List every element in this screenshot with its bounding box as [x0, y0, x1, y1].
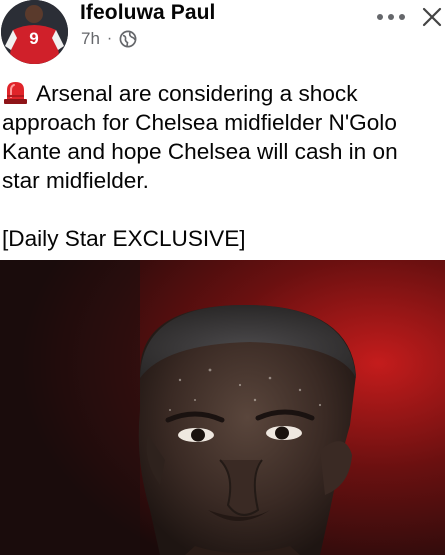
meta-separator: ·: [106, 30, 113, 47]
avatar-shirt-number: 9: [29, 29, 38, 48]
post-text-line1: Arsenal are considering a shock: [36, 81, 358, 106]
post-meta: 7h ·: [81, 29, 137, 49]
post-time[interactable]: 7h: [81, 29, 100, 49]
post-photo[interactable]: [0, 260, 445, 555]
post-text-body: approach for Chelsea midfielder N'Golo K…: [2, 110, 398, 251]
post-header: 9 Ifeoluwa Paul 7h ·: [0, 0, 445, 64]
avatar[interactable]: 9: [1, 0, 68, 64]
globe-icon[interactable]: [119, 30, 137, 48]
close-icon[interactable]: [421, 6, 443, 28]
author-name[interactable]: Ifeoluwa Paul: [80, 0, 216, 26]
avatar-image: 9: [1, 0, 68, 64]
siren-icon: [4, 82, 27, 104]
player-photo: [0, 260, 445, 555]
post-text: Arsenal are considering a shock approach…: [2, 79, 443, 253]
more-horizontal-icon[interactable]: [376, 10, 406, 24]
